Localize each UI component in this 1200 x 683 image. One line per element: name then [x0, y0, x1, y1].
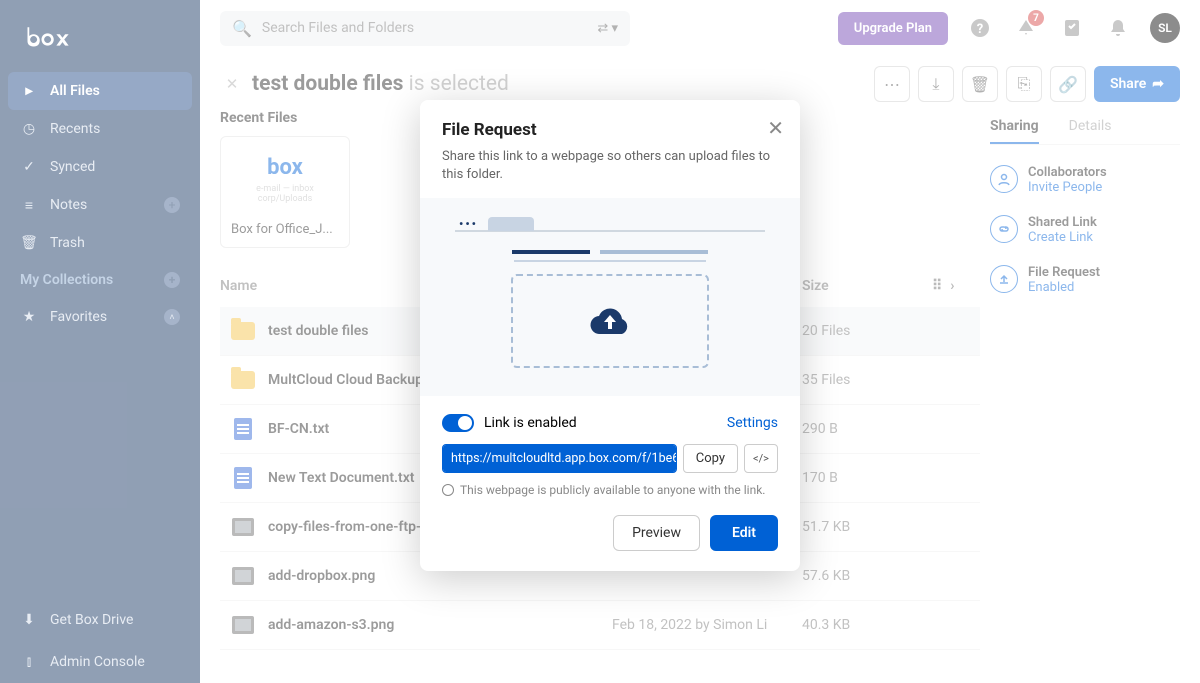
settings-link[interactable]: Settings — [727, 415, 778, 431]
file-request-modal: ✕ File Request Share this link to a webp… — [420, 100, 800, 571]
cloud-upload-icon — [588, 305, 632, 337]
globe-icon — [442, 484, 454, 496]
copy-link-button[interactable]: Copy — [683, 444, 738, 473]
toggle-label: Link is enabled — [484, 415, 577, 431]
public-availability-note: This webpage is publicly available to an… — [442, 483, 778, 497]
modal-description: Share this link to a webpage so others c… — [442, 148, 778, 184]
modal-close-button[interactable]: ✕ — [767, 116, 784, 140]
preview-button[interactable]: Preview — [613, 515, 700, 551]
modal-illustration: ••• — [420, 198, 800, 396]
file-request-url[interactable]: https://multcloudltd.app.box.com/f/1be6a… — [443, 445, 676, 472]
embed-button[interactable]: </> — [744, 444, 778, 473]
modal-title: File Request — [442, 120, 778, 140]
link-enabled-toggle[interactable] — [442, 414, 474, 432]
edit-button[interactable]: Edit — [710, 515, 778, 551]
